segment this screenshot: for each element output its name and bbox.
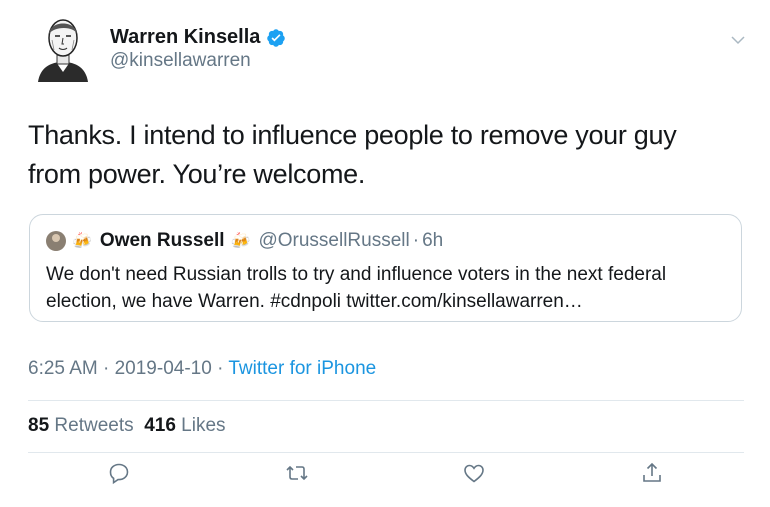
beer-emoji: 🍻 [230,233,251,250]
retweets-label: Retweets [54,415,134,436]
tweet-time[interactable]: 6:25 AM [28,358,98,379]
retweet-icon[interactable] [285,461,309,485]
beer-emoji: 🍻 [72,233,92,250]
separator-dot: · [412,230,420,251]
separator-dot: · [103,358,115,379]
quoted-author-name: Owen Russell [99,230,225,251]
quoted-timestamp: 6h [422,230,444,251]
tweet-header: Warren Kinsella @kinsellawarren [0,0,770,90]
divider [28,452,744,453]
tweet-meta: 6:25 AM · 2019-04-10 · Twitter for iPhon… [28,358,376,380]
tweet-stats: 85 Retweets 416 Likes [28,415,226,437]
tweet-text: Thanks. I intend to influence people to … [28,120,677,189]
likes-label: Likes [181,415,226,436]
author-name[interactable]: Warren Kinsella [110,26,260,49]
tweet-source-link[interactable]: Twitter for iPhone [228,358,376,379]
likes-stat[interactable]: 416 Likes [144,415,225,436]
avatar[interactable] [30,10,96,82]
chevron-down-icon[interactable] [730,32,746,48]
like-icon[interactable] [462,461,486,485]
quoted-tweet-header: 🍻 Owen Russell 🍻 @OrussellRussell · 6h [46,230,443,252]
tweet-date[interactable]: 2019-04-10 [115,358,212,379]
retweets-count: 85 [28,415,50,436]
quoted-tweet-text: We don't need Russian trolls to try and … [46,264,667,312]
reply-icon[interactable] [107,461,131,485]
verified-icon [267,28,286,47]
divider [28,400,744,401]
separator-dot: · [217,358,229,379]
author-handle[interactable]: @kinsellawarren [110,50,251,72]
quoted-tweet[interactable]: 🍻 Owen Russell 🍻 @OrussellRussell · 6h W… [29,214,742,322]
share-icon[interactable] [640,461,664,485]
quoted-author-handle: @OrussellRussell [258,230,410,251]
likes-count: 416 [144,415,176,436]
action-bar [0,455,770,495]
quoted-avatar [46,231,66,251]
author-name-row[interactable]: Warren Kinsella [110,26,286,49]
retweets-stat[interactable]: 85 Retweets [28,415,134,436]
